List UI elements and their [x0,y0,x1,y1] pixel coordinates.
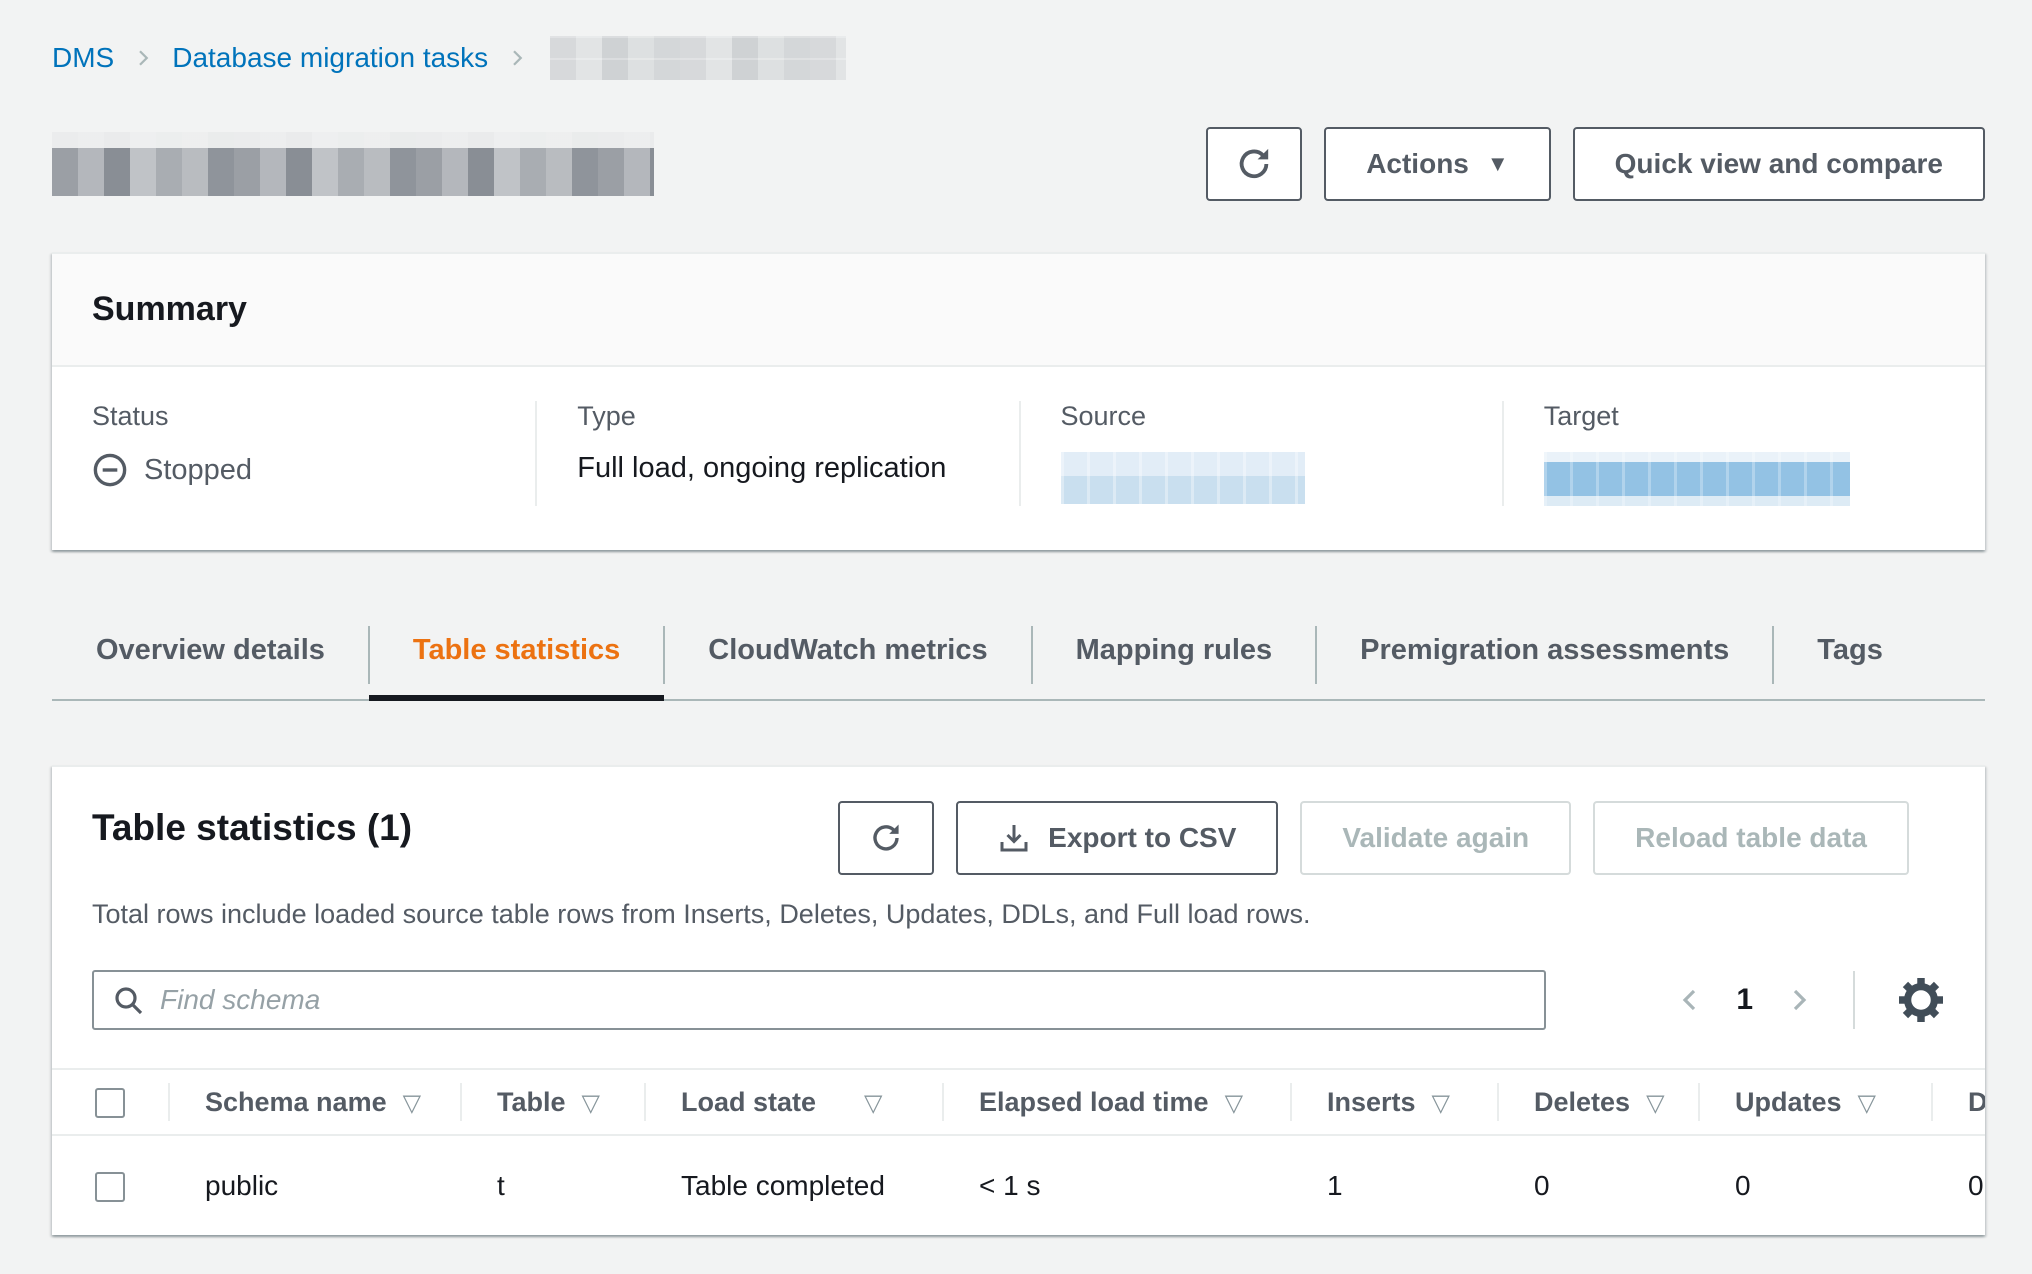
tab-premigration-assessments[interactable]: Premigration assessments [1316,620,1773,699]
caret-down-icon: ▼ [1487,153,1509,175]
chevron-right-icon [134,43,152,73]
column-header-schema-name[interactable]: Schema name▽ [168,1069,460,1135]
table-statistics-title: Table statistics (1) [92,801,412,849]
find-schema-input[interactable] [92,970,1546,1030]
cell-load-state: Table completed [644,1135,942,1235]
gear-icon [1897,976,1945,1024]
cell-deletes: 0 [1497,1135,1698,1235]
dms-task-page: DMS Database migration tasks Actions ▼ [0,0,2032,1235]
target-value-redacted [1544,452,1850,506]
table-row: public t Table completed < 1 s 1 0 0 0 [52,1135,1985,1235]
reload-table-data-button: Reload table data [1593,801,1909,875]
tab-overview-details[interactable]: Overview details [52,620,369,699]
tab-tags[interactable]: Tags [1773,620,1927,699]
select-all-cell [52,1069,168,1135]
page-header: Actions ▼ Quick view and compare [52,126,1985,202]
tab-bar: Overview details Table statistics CloudW… [52,620,1985,701]
status-label: Status [92,401,495,432]
column-header-load-state[interactable]: Load state▽ [644,1069,942,1135]
cell-updates: 0 [1698,1135,1931,1235]
summary-source-col: Source [1019,401,1502,506]
sort-icon: ▽ [582,1090,600,1117]
refresh-icon [870,822,902,854]
page-number[interactable]: 1 [1730,983,1759,1017]
column-header-deletes[interactable]: Deletes▽ [1497,1069,1698,1135]
type-label: Type [577,401,978,432]
quick-view-label: Quick view and compare [1615,148,1943,180]
refresh-icon [1236,146,1272,182]
schema-search [92,970,1546,1030]
column-header-ddls[interactable]: DDLs▽ [1931,1069,1985,1135]
sort-icon: ▽ [864,1090,882,1117]
table-statistics-header: Table statistics (1) Export to CSV [52,767,1985,930]
column-header-elapsed-load-time[interactable]: Elapsed load time▽ [942,1069,1290,1135]
type-value: Full load, ongoing replication [577,452,978,485]
tab-cloudwatch-metrics[interactable]: CloudWatch metrics [664,620,1031,699]
table-controls: 1 [52,970,1985,1030]
table-statistics-table: Schema name▽ Table▽ Load state▽ Elapsed … [52,1068,1985,1235]
tab-table-statistics[interactable]: Table statistics [369,620,664,699]
refresh-button[interactable] [1206,127,1302,201]
export-to-csv-button[interactable]: Export to CSV [956,801,1278,875]
table-statistics-card: Table statistics (1) Export to CSV [52,765,1985,1235]
page-title-redacted [52,132,654,196]
sort-icon: ▽ [403,1090,421,1117]
reload-table-data-label: Reload table data [1635,822,1867,854]
target-label: Target [1544,401,1945,432]
next-page-button [1787,982,1811,1018]
actions-button[interactable]: Actions ▼ [1324,127,1550,201]
sort-icon: ▽ [1225,1090,1243,1117]
summary-grid: Status Stopped Type Full load, ongoing r… [52,367,1985,550]
pager-divider [1853,971,1855,1029]
tab-mapping-rules[interactable]: Mapping rules [1032,620,1317,699]
table-actions: Export to CSV Validate again Reload tabl… [838,801,1909,875]
sort-icon: ▽ [1858,1090,1876,1117]
status-text: Stopped [144,454,252,487]
cell-inserts: 1 [1290,1135,1497,1235]
cell-table: t [460,1135,644,1235]
summary-title: Summary [52,254,1985,367]
source-value-redacted [1061,452,1305,504]
summary-card: Summary Status Stopped Type Full load, o… [52,252,1985,550]
settings-button[interactable] [1897,976,1945,1024]
sort-icon: ▽ [1646,1090,1664,1117]
summary-type-col: Type Full load, ongoing replication [535,401,1018,506]
cell-schema-name: public [168,1135,460,1235]
sort-icon: ▽ [1432,1090,1450,1117]
chevron-right-icon [508,43,526,73]
stopped-icon [92,452,128,488]
validate-again-button: Validate again [1300,801,1571,875]
select-all-checkbox[interactable] [95,1088,125,1118]
status-value: Stopped [92,452,495,488]
table-statistics-description: Total rows include loaded source table r… [92,899,1945,930]
validate-again-label: Validate again [1342,822,1529,854]
cell-ddls: 0 [1931,1135,1985,1235]
column-header-table[interactable]: Table▽ [460,1069,644,1135]
summary-status-col: Status Stopped [52,401,535,506]
download-icon [998,822,1030,854]
quick-view-and-compare-button[interactable]: Quick view and compare [1573,127,1985,201]
breadcrumb: DMS Database migration tasks [52,34,1985,82]
row-select-cell [52,1135,168,1235]
column-header-updates[interactable]: Updates▽ [1698,1069,1931,1135]
table-refresh-button[interactable] [838,801,934,875]
summary-target-col: Target [1502,401,1985,506]
row-checkbox[interactable] [95,1172,125,1202]
header-actions: Actions ▼ Quick view and compare [1206,127,1985,201]
source-label: Source [1061,401,1462,432]
pagination: 1 [1678,971,1945,1029]
table-header-row: Schema name▽ Table▽ Load state▽ Elapsed … [52,1069,1985,1135]
column-header-inserts[interactable]: Inserts▽ [1290,1069,1497,1135]
previous-page-button [1678,982,1702,1018]
breadcrumb-tasks[interactable]: Database migration tasks [172,42,488,74]
export-to-csv-label: Export to CSV [1048,822,1236,854]
breadcrumb-current-redacted [550,36,846,80]
actions-button-label: Actions [1366,148,1469,180]
breadcrumb-dms[interactable]: DMS [52,42,114,74]
cell-elapsed-load-time: < 1 s [942,1135,1290,1235]
